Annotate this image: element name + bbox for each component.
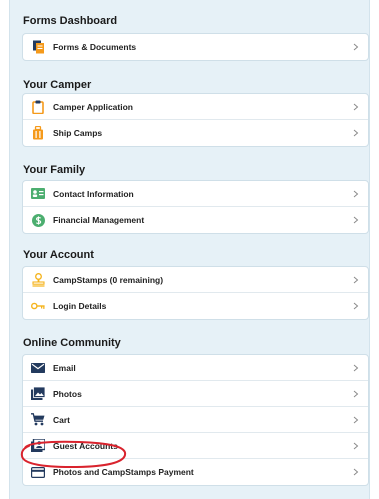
group-forms-dashboard: Forms & Documents: [22, 33, 369, 61]
section-title-online-community: Online Community: [23, 337, 121, 349]
menu-item-label: Financial Management: [53, 215, 145, 225]
menu-item-label: Ship Camps: [53, 128, 103, 138]
menu-item-label: Login Details: [53, 301, 107, 311]
chevron-right-icon: [353, 129, 359, 137]
section-title-your-account: Your Account: [23, 249, 94, 261]
dollar-circle-icon: [31, 213, 45, 227]
menu-item-guest-accounts[interactable]: Guest Accounts: [23, 433, 368, 459]
menu-item-contact-information[interactable]: Contact Information: [23, 181, 368, 207]
cart-icon: [31, 413, 45, 427]
menu-item-forms-documents[interactable]: Forms & Documents: [23, 34, 368, 60]
menu-item-campstamps[interactable]: CampStamps (0 remaining): [23, 267, 368, 293]
menu-item-label: Photos: [53, 388, 82, 399]
stamp-icon: [31, 272, 45, 287]
chevron-right-icon: [353, 216, 359, 224]
menu-item-camper-application[interactable]: Camper Application: [23, 94, 368, 120]
contact-card-icon: [31, 187, 45, 201]
menu-item-label: Photos and CampStamps Payment: [53, 467, 194, 477]
group-online-community: Email Photos Cart Guest Accounts Photos …: [22, 354, 369, 486]
dashboard-panel: Forms Dashboard Forms & Documents Your C…: [9, 0, 370, 499]
menu-item-label: CampStamps (0 remaining): [53, 274, 164, 285]
section-title-forms-dashboard: Forms Dashboard: [23, 15, 118, 27]
bag-icon: [31, 126, 45, 140]
chevron-right-icon: [353, 416, 359, 423]
menu-item-email[interactable]: Email: [23, 355, 368, 381]
chevron-right-icon: [353, 302, 359, 310]
menu-item-label: Contact Information: [53, 188, 134, 199]
section-title-your-camper: Your Camper: [23, 79, 92, 91]
group-your-family: Contact Information Financial Management: [22, 180, 369, 234]
menu-item-photos[interactable]: Photos: [23, 381, 368, 407]
guest-accounts-icon: [31, 439, 45, 453]
menu-item-login-details[interactable]: Login Details: [23, 293, 368, 319]
documents-icon: [31, 40, 45, 54]
menu-item-cart[interactable]: Cart: [23, 407, 368, 433]
chevron-right-icon: [353, 276, 359, 283]
key-icon: [31, 299, 45, 313]
chevron-right-icon: [353, 43, 359, 51]
envelope-icon: [31, 361, 45, 375]
section-title-your-family: Your Family: [23, 164, 86, 176]
menu-item-photos-campstamps-payment[interactable]: Photos and CampStamps Payment: [23, 459, 368, 485]
chevron-right-icon: [353, 190, 359, 197]
chevron-right-icon: [353, 390, 359, 397]
chevron-right-icon: [353, 103, 359, 110]
menu-item-label: Forms & Documents: [53, 42, 137, 52]
chevron-right-icon: [353, 364, 359, 371]
menu-item-ship-camps[interactable]: Ship Camps: [23, 120, 368, 146]
menu-item-label: Guest Accounts: [53, 440, 118, 451]
clipboard-icon: [31, 100, 45, 114]
photos-icon: [31, 387, 45, 401]
menu-item-label: Camper Application: [53, 101, 133, 112]
chevron-right-icon: [353, 442, 359, 449]
credit-card-icon: [31, 465, 45, 479]
group-your-account: CampStamps (0 remaining) Login Details: [22, 266, 369, 320]
group-your-camper: Camper Application Ship Camps: [22, 93, 369, 147]
menu-item-label: Cart: [53, 414, 71, 425]
menu-item-label: Email: [53, 362, 76, 373]
menu-item-financial-management[interactable]: Financial Management: [23, 207, 368, 233]
chevron-right-icon: [353, 468, 359, 476]
